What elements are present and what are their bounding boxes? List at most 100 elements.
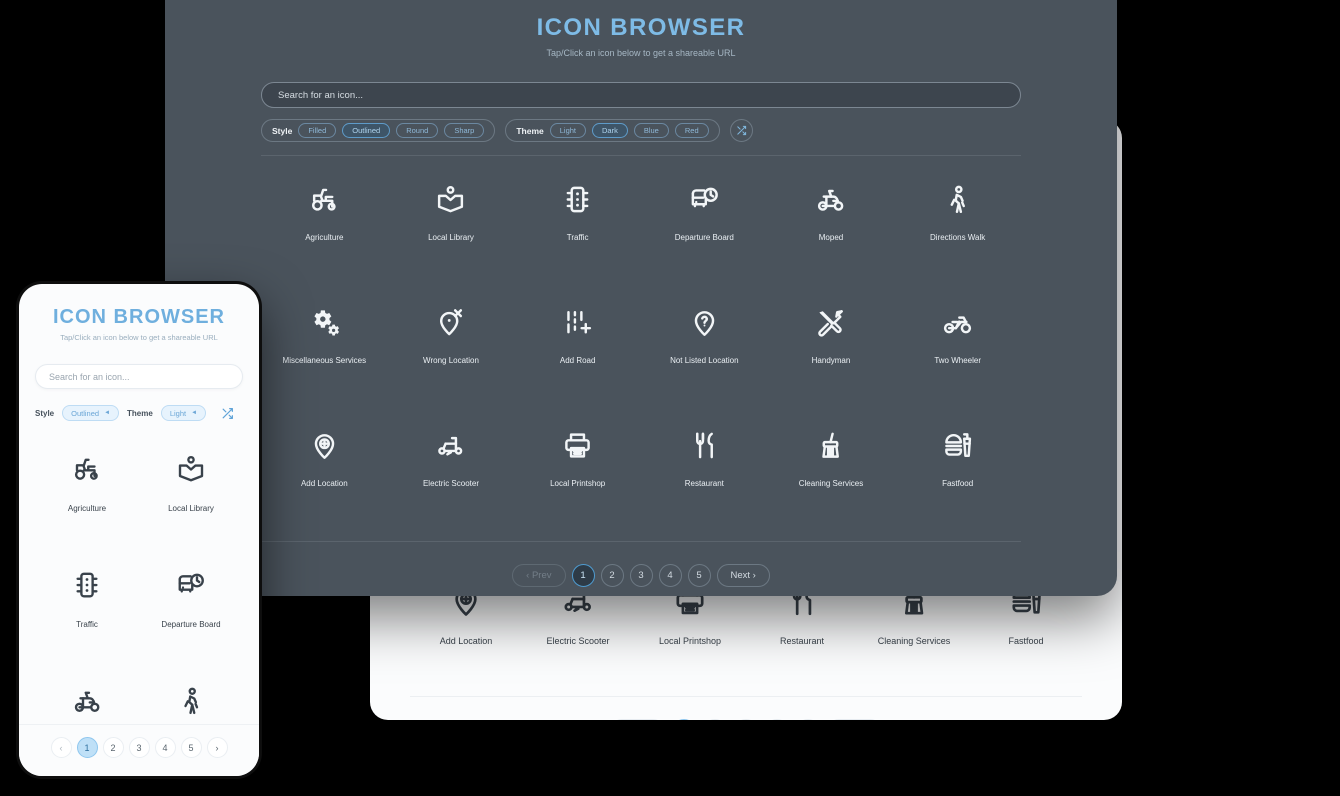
style-filter-group-dark: Style Filled Outlined Round Sharp <box>261 119 496 142</box>
pin-question-icon <box>689 307 720 338</box>
style-option-outlined-dark[interactable]: Outlined <box>342 123 391 138</box>
icon-tile[interactable]: Add Location <box>261 414 388 537</box>
theme-option-light-dark[interactable]: Light <box>549 123 586 138</box>
icon-tile-label: Restaurant <box>684 479 724 488</box>
icon-tile[interactable]: Traffic <box>35 554 139 670</box>
icon-tile[interactable]: Fastfood <box>894 414 1021 537</box>
add-road-icon <box>562 307 593 338</box>
icon-tile-label: Directions Walk <box>930 233 986 242</box>
theme-option-dark-dark[interactable]: Dark <box>592 123 628 138</box>
icon-tile[interactable]: Agriculture <box>35 438 139 554</box>
icon-tile[interactable]: Restaurant <box>641 414 768 537</box>
icon-tile-label: Departure Board <box>161 620 221 629</box>
icon-tile[interactable]: Local Library <box>139 438 243 554</box>
icon-tile[interactable]: Agriculture <box>261 168 388 291</box>
shuffle-icon <box>736 125 747 136</box>
pagination-page-3-dark[interactable]: 3 <box>629 564 653 587</box>
theme-select-value: Light <box>169 408 187 418</box>
theme-select-mobile[interactable]: Light ◄ <box>160 405 207 421</box>
icon-tile-label: Departure Board <box>674 233 734 242</box>
style-option-filled-dark[interactable]: Filled <box>298 123 337 138</box>
icon-tile-label: Agriculture <box>305 233 344 242</box>
icon-tile-label: Moped <box>818 233 844 242</box>
theme-filter-label-dark: Theme <box>516 125 544 136</box>
icon-tile[interactable]: Traffic <box>514 168 641 291</box>
icon-tile-label: Add Location <box>300 479 348 488</box>
style-select-mobile[interactable]: Outlined ◄ <box>62 405 120 421</box>
pagination-page-2-mobile[interactable]: 2 <box>102 737 124 758</box>
icon-tile[interactable]: Wrong Location <box>388 291 515 414</box>
icon-tile[interactable]: Departure Board <box>641 168 768 291</box>
tractor-icon <box>309 184 340 215</box>
filter-divider-dark <box>261 155 1021 156</box>
pagination-page-5[interactable]: 5 <box>796 719 820 720</box>
pagination-dark: ‹ Prev 1 2 3 4 5 Next › <box>261 564 1021 587</box>
gears-icon <box>309 307 340 338</box>
pagination-page-3-mobile[interactable]: 3 <box>128 737 150 758</box>
pagination-page-4[interactable]: 4 <box>765 719 789 720</box>
pagination-page-5-dark[interactable]: 5 <box>687 564 711 587</box>
search-input-mobile[interactable]: Search for an icon... <box>35 364 243 389</box>
tractor-icon <box>72 454 102 484</box>
icon-tile-label: Local Library <box>428 233 474 242</box>
pagination-page-3[interactable]: 3 <box>734 719 758 720</box>
icon-tile-label: Miscellaneous Services <box>282 356 367 365</box>
icon-tile[interactable]: Local Printshop <box>514 414 641 537</box>
traffic-light-icon <box>562 184 593 215</box>
icon-tile[interactable]: Miscellaneous Services <box>261 291 388 414</box>
style-option-sharp-dark[interactable]: Sharp <box>444 123 485 138</box>
icon-tile[interactable]: Two Wheeler <box>894 291 1021 414</box>
style-option-round-dark[interactable]: Round <box>396 123 439 138</box>
icon-tile[interactable]: Directions Walk <box>894 168 1021 291</box>
shuffle-icon <box>221 407 234 420</box>
bus-clock-icon <box>176 570 206 600</box>
pagination-page-1-mobile[interactable]: 1 <box>76 737 98 758</box>
pagination-mobile: ‹ 1 2 3 4 5 › <box>19 737 259 758</box>
icon-tile-label: Local Printshop <box>550 479 606 488</box>
icon-tile-label: Agriculture <box>67 504 107 513</box>
pagination-page-2[interactable]: 2 <box>703 719 727 720</box>
icon-tile-label: Electric Scooter <box>546 636 610 646</box>
pagination-next-dark[interactable]: Next › <box>716 564 770 587</box>
pagination-page-4-dark[interactable]: 4 <box>658 564 682 587</box>
screenshot-stage: ICON BROWSER Tap/Click an icon below to … <box>0 0 1340 796</box>
search-input-dark[interactable]: Search for an icon... <box>261 82 1021 108</box>
style-filter-label-mobile: Style <box>35 408 55 418</box>
theme-option-red-dark[interactable]: Red <box>674 123 709 138</box>
theme-filter-group-dark: Theme Light Dark Blue Red <box>505 119 720 142</box>
icon-tile[interactable]: Moped <box>768 168 895 291</box>
pagination-page-1-dark[interactable]: 1 <box>571 564 595 587</box>
icon-tile[interactable]: Not Listed Location <box>641 291 768 414</box>
search-placeholder-dark: Search for an icon... <box>278 89 364 101</box>
pagination-page-5-mobile[interactable]: 5 <box>180 737 202 758</box>
shuffle-button-mobile[interactable] <box>216 402 238 424</box>
pagination-page-2-dark[interactable]: 2 <box>600 564 624 587</box>
pagination-prev[interactable]: ‹ Prev <box>610 719 665 720</box>
icon-tile[interactable]: Departure Board <box>139 554 243 670</box>
icon-tile-label: Traffic <box>566 233 589 242</box>
pagination-page-4-mobile[interactable]: 4 <box>154 737 176 758</box>
icon-tile[interactable]: Handyman <box>768 291 895 414</box>
shuffle-button-dark[interactable] <box>729 119 753 142</box>
pin-x-icon <box>435 307 466 338</box>
icon-tile[interactable]: Cleaning Services <box>768 414 895 537</box>
pagination-prev-dark[interactable]: ‹ Prev <box>512 564 566 587</box>
pagination-next[interactable]: Next › <box>827 719 882 720</box>
icon-tile[interactable]: Add Road <box>514 291 641 414</box>
icon-tile-label: Add Road <box>559 356 596 365</box>
icon-tile[interactable]: Electric Scooter <box>388 414 515 537</box>
page-title-dark: ICON BROWSER <box>536 14 746 41</box>
walking-person-icon <box>942 184 973 215</box>
motorcycle-icon <box>942 307 973 338</box>
grid-bottom-divider <box>410 696 1082 697</box>
icon-tile[interactable]: Local Library <box>388 168 515 291</box>
printer-icon <box>562 430 593 461</box>
pagination-prev-mobile[interactable]: ‹ <box>50 737 72 758</box>
open-book-person-icon <box>176 454 206 484</box>
pagination-page-1[interactable]: 1 <box>672 719 696 720</box>
page-title-mobile: ICON BROWSER <box>53 306 225 328</box>
pagination-next-mobile[interactable]: › <box>206 737 228 758</box>
pagination-light: ‹ Prev 1 2 3 4 5 Next › <box>410 719 1082 720</box>
theme-option-blue-dark[interactable]: Blue <box>633 123 669 138</box>
filter-bar-mobile: Style Outlined ◄ Theme Light ◄ <box>35 402 243 424</box>
